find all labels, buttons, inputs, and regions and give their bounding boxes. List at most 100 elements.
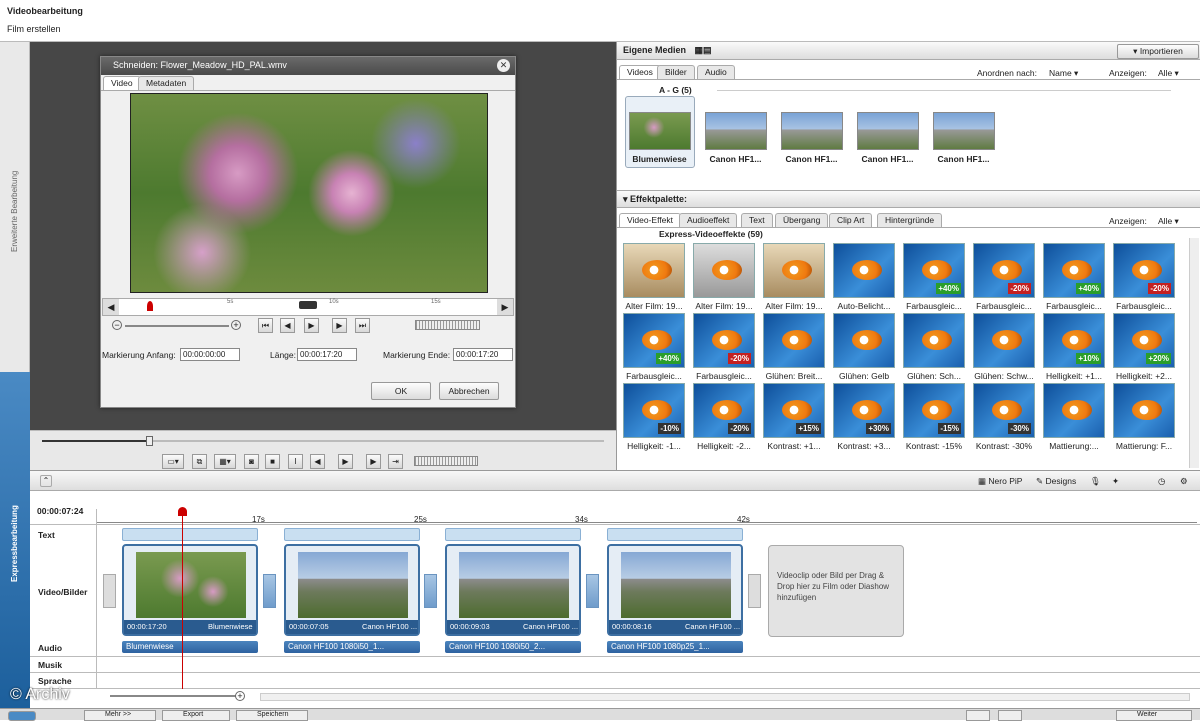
tab-audioeffekt[interactable]: Audioeffekt (679, 213, 738, 227)
mark-start-field[interactable]: 00:00:00:00 (180, 348, 240, 361)
effect-thumb[interactable] (623, 243, 685, 298)
import-button[interactable]: ▾ Importieren (1117, 44, 1199, 59)
nero-pip-button[interactable]: ▦ Nero PiP (978, 476, 1022, 487)
transition-slot[interactable] (424, 574, 437, 608)
ok-button[interactable]: OK (371, 382, 431, 400)
video-clip[interactable]: 00:00:17:20 Blumenwiese (122, 544, 258, 636)
playhead-marker[interactable] (178, 507, 187, 516)
effect-thumb[interactable] (903, 313, 965, 368)
tab-videos[interactable]: Videos (619, 65, 661, 79)
effect-thumb[interactable]: -15% (903, 383, 965, 438)
designs-button[interactable]: ✎ Designs (1036, 476, 1076, 487)
view-toggle-icon[interactable]: ▦▤ (695, 45, 712, 55)
zoom-in-icon[interactable]: + (235, 691, 245, 701)
display-mode-icon[interactable]: ▭▾ (162, 454, 184, 469)
sort-select[interactable]: Name ▾ (1049, 68, 1078, 79)
effect-thumb[interactable] (833, 313, 895, 368)
scroll-right-icon[interactable]: ▶ (497, 299, 513, 315)
effects-show-select[interactable]: Alle ▾ (1158, 216, 1179, 227)
effect-thumb[interactable]: -20% (693, 383, 755, 438)
more-button[interactable]: Mehr >> (84, 710, 156, 721)
redo-icon[interactable] (998, 710, 1022, 721)
effects-scrollbar[interactable] (1189, 238, 1199, 468)
effect-thumb[interactable] (763, 243, 825, 298)
text-clip-slot[interactable] (445, 528, 581, 541)
clock-icon[interactable]: ◷ (1158, 476, 1165, 487)
go-end-icon[interactable]: ⏭ (355, 318, 370, 333)
media-thumb[interactable] (705, 112, 767, 150)
layout-icon[interactable]: ⧉ (192, 454, 207, 469)
tab-audio[interactable]: Audio (697, 65, 735, 79)
audio-clip[interactable]: Canon HF100 1080p25_1... (607, 641, 743, 653)
tab-video[interactable]: Video (103, 76, 141, 90)
aspect-icon[interactable]: ▦▾ (214, 454, 236, 469)
timeline-ruler[interactable]: 17s 25s 34s 42s (97, 509, 1197, 524)
media-thumb[interactable] (781, 112, 843, 150)
effect-thumb[interactable]: +40% (1043, 243, 1105, 298)
trim-end-icon[interactable]: ⇥ (388, 454, 403, 469)
effect-thumb[interactable]: -20% (973, 243, 1035, 298)
preview-play-icon[interactable]: ▶ (338, 454, 353, 469)
zoom-slider[interactable] (125, 325, 229, 327)
tab-clip-art[interactable]: Clip Art (829, 213, 873, 227)
snapshot-icon[interactable]: ◙ (244, 454, 259, 469)
microphone-icon[interactable]: 🎙 (1090, 476, 1101, 487)
jog-wheel[interactable] (415, 320, 480, 330)
cancel-button[interactable]: Abbrechen (439, 382, 499, 400)
trim-handle[interactable] (299, 301, 317, 309)
side-tab-express[interactable]: Expressbearbeitung (0, 372, 30, 708)
next-icon[interactable]: ▶ (366, 454, 381, 469)
effect-thumb[interactable] (833, 243, 895, 298)
effect-thumb[interactable] (693, 243, 755, 298)
scroll-left-icon[interactable]: ◀ (103, 299, 119, 315)
audio-clip[interactable]: Canon HF100 1080i50_1... (284, 641, 420, 653)
playhead-marker[interactable] (147, 301, 153, 311)
save-button[interactable]: Speichern (236, 710, 308, 721)
transition-slot[interactable] (748, 574, 761, 608)
transition-slot[interactable] (263, 574, 276, 608)
effect-thumb[interactable] (763, 313, 825, 368)
prev-icon[interactable]: ◀ (310, 454, 325, 469)
next-frame-icon[interactable]: ▶ (332, 318, 347, 333)
tab-video-effekt[interactable]: Video-Effekt (619, 213, 681, 227)
tab-bilder[interactable]: Bilder (657, 65, 695, 79)
preview-scrub-handle[interactable] (146, 436, 153, 446)
tab-hintergruende[interactable]: Hintergründe (877, 213, 943, 227)
effect-thumb[interactable]: -30% (973, 383, 1035, 438)
text-clip-slot[interactable] (122, 528, 258, 541)
play-icon[interactable]: ▶ (304, 318, 319, 333)
media-thumb[interactable] (629, 112, 691, 150)
effect-thumb[interactable]: -20% (1113, 243, 1175, 298)
trim-ruler[interactable]: ◀ ▶ 5s 10s 15s (102, 298, 514, 316)
effect-thumb[interactable]: +40% (903, 243, 965, 298)
go-start-icon[interactable]: ⏮ (258, 318, 273, 333)
show-select[interactable]: Alle ▾ (1158, 68, 1179, 79)
effect-thumb[interactable]: +10% (1043, 313, 1105, 368)
length-field[interactable]: 00:00:17:20 (297, 348, 357, 361)
effect-thumb[interactable]: +15% (763, 383, 825, 438)
zoom-in-icon[interactable]: + (231, 320, 241, 330)
effect-thumb[interactable] (1043, 383, 1105, 438)
mark-end-field[interactable]: 00:00:17:20 (453, 348, 513, 361)
effect-thumb[interactable]: +40% (623, 313, 685, 368)
timeline-zoom-slider[interactable] (110, 695, 240, 697)
audio-clip[interactable]: Blumenwiese (122, 641, 258, 653)
settings-icon[interactable]: ⚙ (1180, 476, 1188, 487)
transition-slot[interactable] (103, 574, 116, 608)
effect-thumb[interactable] (1113, 383, 1175, 438)
video-clip[interactable]: 00:00:09:03 Canon HF100 ... (445, 544, 581, 636)
drop-zone[interactable]: Videoclip oder Bild per Drag & Drop hier… (768, 545, 904, 637)
video-clip[interactable]: 00:00:08:16 Canon HF100 ... (607, 544, 743, 636)
effect-thumb[interactable]: -10% (623, 383, 685, 438)
timeline-playhead[interactable] (182, 509, 183, 689)
close-icon[interactable]: ✕ (497, 59, 510, 72)
timeline-scrollbar[interactable] (260, 693, 1190, 701)
tab-uebergang[interactable]: Übergang (775, 213, 829, 227)
media-thumb[interactable] (857, 112, 919, 150)
effect-thumb[interactable]: -20% (693, 313, 755, 368)
export-button[interactable]: Export (162, 710, 230, 721)
media-thumb[interactable] (933, 112, 995, 150)
zoom-out-icon[interactable]: − (112, 320, 122, 330)
video-clip[interactable]: 00:00:07:05 Canon HF100 ... (284, 544, 420, 636)
text-clip-slot[interactable] (284, 528, 420, 541)
